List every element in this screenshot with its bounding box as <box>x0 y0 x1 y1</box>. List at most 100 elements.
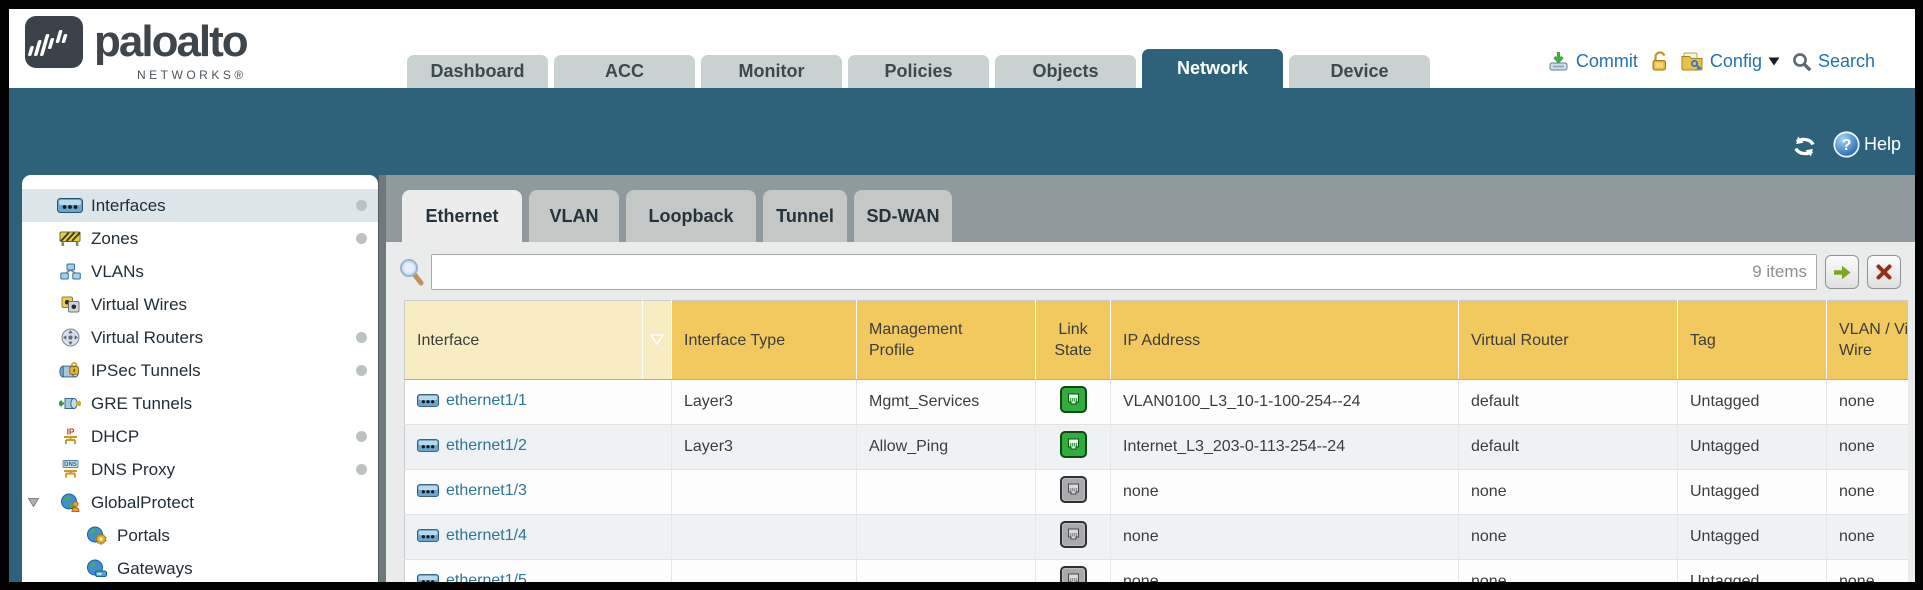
sidebar-item-interfaces[interactable]: Interfaces <box>22 189 378 222</box>
brand-subtitle: NETWORKS® <box>137 68 247 82</box>
column-header-tag[interactable]: Tag <box>1678 301 1827 380</box>
search-button[interactable]: Search <box>1792 51 1875 72</box>
cell-tag: Untagged <box>1678 470 1827 515</box>
column-header-interface-type[interactable]: Interface Type <box>672 301 857 380</box>
sidebar-splitter[interactable] <box>378 175 386 582</box>
tab-loopback[interactable]: Loopback <box>626 190 756 242</box>
vlans-icon <box>60 263 81 280</box>
portals-icon <box>86 526 107 545</box>
sidebar-item-dhcp[interactable]: IPDHCP <box>22 420 378 453</box>
cell-tag: Untagged <box>1678 380 1827 425</box>
sidebar-item-zones[interactable]: Zones <box>22 222 378 255</box>
tab-policies[interactable]: Policies <box>848 55 989 88</box>
interface-link[interactable]: ethernet1/4 <box>417 527 527 545</box>
column-header-management-profile[interactable]: Management Profile <box>857 301 1036 380</box>
table-row: ethernet1/1Layer3Mgmt_ServicesVLAN0100_L… <box>405 380 1909 425</box>
column-header-ip-address[interactable]: IP Address <box>1111 301 1459 380</box>
status-dot <box>356 365 367 376</box>
cell-management-profile <box>857 470 1036 515</box>
cell-ip-address: VLAN0100_L3_10-1-100-254--24 <box>1111 380 1459 425</box>
globalprotect-icon <box>60 493 81 512</box>
tab-ethernet[interactable]: Ethernet <box>402 190 522 242</box>
tab-dashboard[interactable]: Dashboard <box>407 55 548 88</box>
sort-filter-icon <box>650 334 664 345</box>
apply-filter-button[interactable] <box>1825 255 1859 289</box>
tab-objects[interactable]: Objects <box>995 55 1136 88</box>
sidebar-item-dns-proxy[interactable]: DNSDNS Proxy <box>22 453 378 486</box>
refresh-icon[interactable] <box>1791 136 1818 157</box>
link-down-icon <box>1060 476 1087 503</box>
sidebar-item-globalprotect[interactable]: GlobalProtect <box>22 486 378 519</box>
sidebar-item-virtual-wires[interactable]: Virtual Wires <box>22 288 378 321</box>
interface-link[interactable]: ethernet1/3 <box>417 482 527 500</box>
tab-vlan[interactable]: VLAN <box>529 190 619 242</box>
interface-name: ethernet1/2 <box>446 437 527 455</box>
tab-monitor[interactable]: Monitor <box>701 55 842 88</box>
app-frame: paloalto NETWORKS® DashboardACCMonitorPo… <box>9 9 1915 582</box>
content-panel: 9 items Interface Interface TypeManagemen… <box>386 242 1915 582</box>
clear-x-icon <box>1876 264 1892 280</box>
config-menu[interactable]: Config <box>1681 51 1780 72</box>
cell-link-state <box>1036 425 1111 470</box>
status-dot <box>356 233 367 244</box>
sidebar-item-virtual-routers[interactable]: Virtual Routers <box>22 321 378 354</box>
interface-link[interactable]: ethernet1/1 <box>417 392 527 410</box>
table-row: ethernet1/2 Layer3Allow_Ping Internet_L3_2… <box>405 425 1909 470</box>
column-header-vlan-virtual-wire[interactable]: VLAN / Virtual Wire <box>1827 301 1909 380</box>
cell-interface-type: Layer3 <box>672 425 857 470</box>
sidebar-item-label: Zones <box>91 229 138 249</box>
column-header-virtual-router[interactable]: Virtual Router <box>1459 301 1678 380</box>
interfaces-table: Interface Interface TypeManagement Profil… <box>404 300 1908 582</box>
clear-filter-button[interactable] <box>1867 255 1901 289</box>
cell-virtual-router: default <box>1459 425 1678 470</box>
help-button[interactable]: ? Help <box>1833 131 1901 158</box>
cell-ip-address: Internet_L3_203-0-113-254--24 <box>1111 425 1459 470</box>
config-icon <box>1681 52 1704 71</box>
interfaces-icon <box>57 198 83 213</box>
tab-sd-wan[interactable]: SD-WAN <box>854 190 952 242</box>
sort-filter-button[interactable] <box>643 301 672 380</box>
link-down-icon <box>1060 521 1087 548</box>
column-header-link-state[interactable]: Link State <box>1036 301 1111 380</box>
cell-vlan-virtual-wire: none <box>1827 470 1909 515</box>
filter-bar: 9 items <box>398 254 1901 290</box>
interfaces-table-wrap: Interface Interface TypeManagement Profil… <box>404 300 1908 582</box>
sidebar-item-vlans[interactable]: VLANs <box>22 255 378 288</box>
sidebar-item-portals[interactable]: Portals <box>22 519 378 552</box>
commit-button[interactable]: Commit <box>1547 51 1638 72</box>
cell-interface-type <box>672 470 857 515</box>
cell-virtual-router: default <box>1459 380 1678 425</box>
lock-icon[interactable] <box>1650 51 1669 72</box>
expander-down-icon[interactable] <box>28 498 39 507</box>
interface-name: ethernet1/3 <box>446 482 527 500</box>
filter-search-icon <box>398 258 425 287</box>
main-nav: DashboardACCMonitorPoliciesObjectsNetwor… <box>407 49 1430 88</box>
sidebar-item-gre-tunnels[interactable]: GRE Tunnels <box>22 387 378 420</box>
interface-link[interactable]: ethernet1/2 <box>417 437 527 455</box>
tab-network[interactable]: Network <box>1142 49 1283 88</box>
interface-icon <box>417 439 439 452</box>
caret-down-icon <box>1768 57 1780 66</box>
virtual-wires-icon <box>61 296 80 313</box>
paloalto-logo-icon <box>25 16 83 68</box>
tab-acc[interactable]: ACC <box>554 55 695 88</box>
sidebar-item-label: Gateways <box>117 559 193 579</box>
cell-tag: Untagged <box>1678 515 1827 560</box>
brand-name: paloalto <box>94 16 247 68</box>
cell-management-profile: Allow_Ping <box>857 425 1036 470</box>
sidebar-item-ipsec-tunnels[interactable]: IPSec Tunnels <box>22 354 378 387</box>
interface-link[interactable]: ethernet1/5 <box>417 572 527 582</box>
search-icon <box>1792 52 1812 72</box>
cell-interface-type: Layer3 <box>672 380 857 425</box>
column-header-interface[interactable]: Interface <box>405 301 643 380</box>
ipsec-tunnels-icon <box>59 362 81 379</box>
paloalto-logo: paloalto NETWORKS® <box>25 16 247 82</box>
tab-tunnel[interactable]: Tunnel <box>763 190 847 242</box>
sidebar-item[interactable] <box>22 578 378 582</box>
table-row: ethernet1/4nonenoneUntaggednone <box>405 515 1909 560</box>
filter-input[interactable] <box>431 254 1817 290</box>
cell-vlan-virtual-wire: none <box>1827 380 1909 425</box>
cell-virtual-router: none <box>1459 560 1678 583</box>
tab-device[interactable]: Device <box>1289 55 1430 88</box>
table-row: ethernet1/5nonenoneUntaggednone <box>405 560 1909 583</box>
